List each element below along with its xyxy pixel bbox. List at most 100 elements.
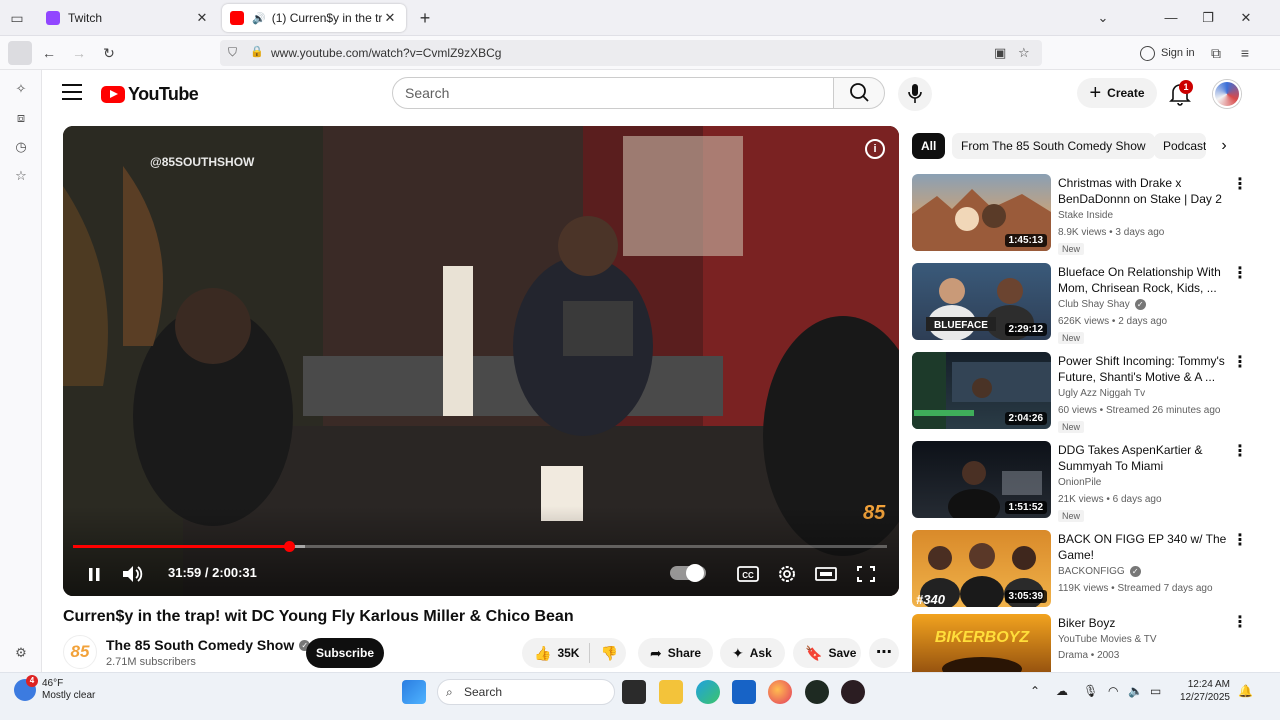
game-app-icon[interactable]	[841, 680, 865, 704]
recommendation-channel[interactable]: YouTube Movies & TV	[1058, 634, 1157, 645]
recommendation-channel[interactable]: BACKONFIGG ✓	[1058, 566, 1141, 577]
pause-button[interactable]	[81, 563, 107, 585]
show-hidden-icons[interactable]: ⌃	[1030, 684, 1040, 698]
url-text[interactable]: www.youtube.com/watch?v=CvmlZ9zXBCg	[271, 46, 501, 60]
recommendation-title[interactable]: DDG Takes AspenKartier & Summyah To Miam…	[1058, 442, 1228, 474]
like-count[interactable]: 35K	[557, 646, 579, 660]
video-thumbnail[interactable]: #340 3:05:39	[912, 530, 1051, 607]
recommendation-channel[interactable]: Stake Inside	[1058, 210, 1113, 221]
recommendation-item[interactable]: BLUEFACE 2:29:12 Blueface On Relationshi…	[912, 263, 1252, 344]
new-tab-icon[interactable]: +	[416, 8, 434, 28]
channel-label[interactable]: OnionPile	[1058, 477, 1101, 488]
ask-button[interactable]: ✦ Ask	[720, 638, 785, 668]
tab-youtube[interactable]: 🔊 (1) Curren$y in the trap! wit ✕	[222, 4, 406, 32]
video-thumbnail[interactable]: BLUEFACE 2:29:12	[912, 263, 1051, 340]
firefox-icon[interactable]	[768, 680, 792, 704]
tab-list-icon[interactable]: ▭	[8, 9, 26, 27]
ai-chatbot-icon[interactable]: ✧	[12, 80, 30, 98]
recommendation-title[interactable]: Christmas with Drake x BenDaDonnn on Sta…	[1058, 175, 1228, 207]
more-options-icon[interactable]: ⋮	[1232, 176, 1248, 194]
thumbs-down-icon[interactable]: 👎	[600, 645, 617, 662]
weather-widget[interactable]: 4 46°F Mostly clear	[14, 675, 95, 702]
notifications-button[interactable]: 1	[1168, 80, 1193, 106]
chip-from-channel[interactable]: From The 85 South Comedy Show	[952, 133, 1155, 159]
recommendation-channel[interactable]: OnionPile	[1058, 477, 1101, 488]
video-thumbnail[interactable]: 2:04:26	[912, 352, 1051, 429]
guide-menu-icon[interactable]	[62, 84, 82, 102]
channel-label[interactable]: Club Shay Shay	[1058, 299, 1130, 310]
minimize-icon[interactable]: —	[1158, 6, 1184, 30]
more-options-icon[interactable]: ⋮	[1232, 265, 1248, 283]
store-icon[interactable]	[732, 680, 756, 704]
channel-label[interactable]: YouTube Movies & TV	[1058, 634, 1157, 645]
history-icon[interactable]: ◷	[12, 138, 30, 156]
shield-icon[interactable]: ⛉	[228, 45, 237, 60]
chip-all[interactable]: All	[912, 133, 946, 159]
notification-center-icon[interactable]: 🔔	[1238, 684, 1253, 698]
battery-icon[interactable]: ▭	[1150, 684, 1161, 698]
search-input[interactable]	[393, 78, 833, 108]
back-icon[interactable]: ←	[37, 41, 61, 65]
tab-close-icon[interactable]: ✕	[194, 10, 210, 26]
recommendation-item[interactable]: 2:04:26 Power Shift Incoming: Tommy's Fu…	[912, 352, 1252, 433]
video-thumbnail[interactable]: 1:51:52	[912, 441, 1051, 518]
synced-tabs-icon[interactable]: ⧈	[12, 109, 30, 127]
search-button[interactable]	[833, 77, 885, 109]
reader-view-icon[interactable]: ▣	[994, 45, 1006, 61]
wifi-icon[interactable]: ◠	[1108, 684, 1118, 698]
recommendation-item[interactable]: 1:51:52 DDG Takes AspenKartier & Summyah…	[912, 441, 1252, 522]
chip-podcasts[interactable]: Podcasts	[1154, 133, 1206, 159]
file-explorer-icon[interactable]	[659, 680, 683, 704]
bookmark-star-icon[interactable]: ☆	[1018, 45, 1030, 61]
video-player[interactable]: @85SOUTHSHOW i 85 31:59 / 2:00:31 CC	[63, 126, 899, 596]
channel-label[interactable]: BACKONFIGG	[1058, 566, 1125, 577]
windows-start-icon[interactable]	[402, 680, 426, 704]
app-menu-icon[interactable]: ≡	[1233, 41, 1257, 65]
subscribe-button[interactable]: Subscribe	[306, 638, 384, 668]
captions-button[interactable]: CC	[735, 563, 761, 585]
search-box[interactable]	[392, 77, 834, 109]
onedrive-icon[interactable]: ☁	[1056, 684, 1068, 698]
more-options-icon[interactable]: ⋮	[1232, 614, 1248, 632]
settings-button[interactable]	[774, 563, 800, 585]
voice-search-button[interactable]	[898, 77, 932, 111]
more-options-icon[interactable]: ⋮	[1232, 354, 1248, 372]
restore-icon[interactable]: ❐	[1195, 6, 1221, 30]
recommendation-channel[interactable]: Club Shay Shay ✓	[1058, 299, 1146, 310]
scrubber-handle[interactable]	[283, 541, 295, 552]
close-window-icon[interactable]: ✕	[1233, 6, 1259, 30]
recommendation-title[interactable]: Power Shift Incoming: Tommy's Future, Sh…	[1058, 353, 1228, 385]
task-view-icon[interactable]	[622, 680, 646, 704]
channel-name-text[interactable]: The 85 South Comedy Show	[106, 637, 294, 653]
account-avatar[interactable]	[1213, 80, 1241, 108]
video-thumbnail[interactable]: BIKERBOYZ	[912, 614, 1051, 672]
recommendation-item[interactable]: 1:45:13 Christmas with Drake x BenDaDonn…	[912, 174, 1252, 255]
recommendation-channel[interactable]: Ugly Azz Niggah Tv	[1058, 388, 1145, 399]
chevron-right-icon[interactable]: ›	[1214, 136, 1234, 156]
speaker-icon[interactable]: 🔊	[252, 12, 266, 25]
volume-tray-icon[interactable]: 🔈	[1128, 684, 1143, 698]
taskbar-search[interactable]: ⌕ Search	[437, 679, 615, 705]
lock-icon[interactable]: 🔒	[250, 45, 264, 58]
create-button[interactable]: + Create	[1077, 78, 1157, 108]
save-button[interactable]: 🔖 Save	[793, 638, 861, 668]
browser-sign-in[interactable]: Sign in	[1140, 42, 1195, 64]
edge-icon[interactable]	[696, 680, 720, 704]
more-options-icon[interactable]: ⋮	[1232, 532, 1248, 550]
recommendation-item[interactable]: #340 3:05:39 BACK ON FIGG EP 340 w/ The …	[912, 530, 1252, 608]
microphone-tray-icon[interactable]: 🎙	[1083, 684, 1098, 698]
tab-close-icon[interactable]: ✕	[382, 10, 398, 26]
more-options-icon[interactable]: ⋮	[1232, 443, 1248, 461]
share-button[interactable]: ➦ Share	[638, 638, 713, 668]
more-actions-button[interactable]: ⋯	[869, 638, 899, 668]
info-icon[interactable]: i	[865, 139, 885, 159]
youtube-logo[interactable]: YouTube	[101, 84, 199, 105]
sidebar-toggle-icon[interactable]	[8, 41, 32, 65]
recommendation-item[interactable]: BIKERBOYZ Biker Boyz YouTube Movies & TV…	[912, 614, 1252, 672]
chat-app-icon[interactable]	[805, 680, 829, 704]
channel-label[interactable]: Ugly Azz Niggah Tv	[1058, 388, 1145, 399]
recommendation-title[interactable]: Blueface On Relationship With Mom, Chris…	[1058, 264, 1228, 296]
list-all-tabs-icon[interactable]: ⌄	[1090, 6, 1116, 30]
extensions-icon[interactable]: ⧉	[1204, 41, 1228, 65]
volume-button[interactable]	[120, 563, 146, 585]
